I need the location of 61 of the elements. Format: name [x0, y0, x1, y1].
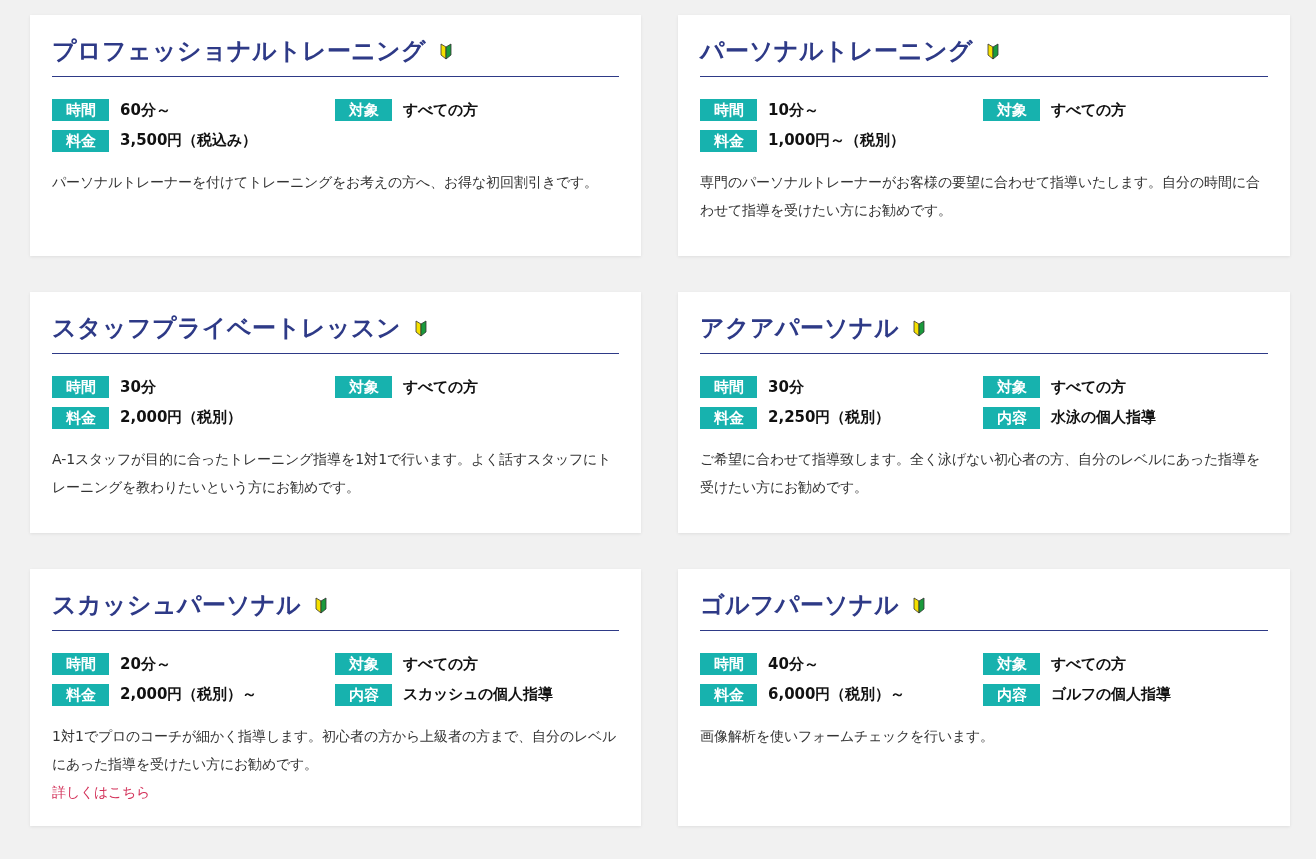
spec-value: 30分 — [768, 376, 804, 398]
details-link[interactable]: 詳しくはこちら — [52, 777, 150, 806]
spec-value: すべての方 — [1051, 99, 1126, 121]
course-description: 1対1でプロのコーチが細かく指導します。初心者の方から上級者の方まで、自分のレベルにあった指導を受けたい方にお勧めです。 — [52, 726, 617, 774]
course-description: パーソナルトレーナーを付けてトレーニングをお考えの方へ、お得な初回割引きです。 — [52, 172, 599, 192]
spec-label: 内容 — [335, 683, 392, 706]
spec-label: 対象 — [983, 653, 1040, 676]
spec-label: 料金 — [700, 129, 757, 152]
spec-value: 30分 — [120, 376, 156, 398]
spec-value: スカッシュの個人指導 — [403, 684, 553, 706]
course-title: ゴルフパーソナル — [700, 591, 899, 620]
spec-label: 対象 — [983, 376, 1040, 399]
spec-label: 時間 — [700, 376, 757, 399]
spec-label: 時間 — [700, 99, 757, 122]
course-title: スタッフプライベートレッスン — [52, 314, 401, 343]
spec-value: すべての方 — [403, 653, 478, 675]
spec-label: 料金 — [52, 406, 109, 429]
course-title: プロフェッショナルトレーニング — [52, 37, 426, 66]
spec-value: 40分～ — [768, 653, 819, 675]
beginner-leaf-icon — [440, 42, 452, 60]
spec-label: 対象 — [335, 376, 392, 399]
spec-label: 料金 — [700, 406, 757, 429]
spec-label: 内容 — [983, 406, 1040, 429]
spec-value: 20分～ — [120, 653, 171, 675]
spec-value: 3,500円（税込み） — [120, 130, 258, 152]
spec-value: すべての方 — [1051, 376, 1126, 398]
course-description: A-1スタッフが目的に合ったトレーニング指導を1対1で行います。よく話すスタッフにトレーニングを教わりたいという方にお勧めです。 — [52, 449, 613, 497]
course-title: スカッシュパーソナル — [52, 591, 301, 620]
beginner-leaf-icon — [913, 319, 925, 337]
beginner-leaf-icon — [315, 596, 327, 614]
spec-value: すべての方 — [1051, 653, 1126, 675]
course-description: 専門のパーソナルトレーナーがお客様の要望に合わせて指導いたします。自分の時間に合わせて指導を受けたい方にお勧めです。 — [700, 172, 1261, 220]
spec-value: すべての方 — [403, 376, 478, 398]
beginner-leaf-icon — [987, 42, 999, 60]
spec-label: 対象 — [983, 99, 1040, 122]
spec-value: ゴルフの個人指導 — [1051, 684, 1171, 706]
spec-label: 時間 — [52, 653, 109, 676]
spec-label: 対象 — [335, 653, 392, 676]
spec-value: 10分～ — [768, 99, 819, 121]
spec-value: 1,000円～（税別） — [768, 130, 906, 152]
course-title: アクアパーソナル — [700, 314, 899, 343]
spec-label: 対象 — [335, 99, 392, 122]
spec-label: 時間 — [52, 376, 109, 399]
spec-label: 時間 — [52, 99, 109, 122]
spec-value: 水泳の個人指導 — [1051, 407, 1156, 429]
spec-label: 料金 — [52, 129, 109, 152]
spec-label: 時間 — [700, 653, 757, 676]
course-description: ご希望に合わせて指導致します。全く泳げない初心者の方、自分のレベルにあった指導を受けたい方にお勧めです。 — [700, 449, 1261, 497]
beginner-leaf-icon — [415, 319, 427, 337]
spec-label: 料金 — [700, 683, 757, 706]
spec-value: 2,250円（税別） — [768, 407, 891, 429]
beginner-leaf-icon — [913, 596, 925, 614]
spec-value: すべての方 — [403, 99, 478, 121]
course-description: 画像解析を使いフォームチェックを行います。 — [700, 726, 995, 746]
course-title: パーソナルトレーニング — [700, 37, 973, 66]
spec-label: 料金 — [52, 683, 109, 706]
spec-label: 内容 — [983, 683, 1040, 706]
spec-value: 60分～ — [120, 99, 171, 121]
spec-value: 6,000円（税別）～ — [768, 684, 906, 706]
spec-value: 2,000円（税別） — [120, 407, 243, 429]
spec-value: 2,000円（税別）～ — [120, 684, 258, 706]
